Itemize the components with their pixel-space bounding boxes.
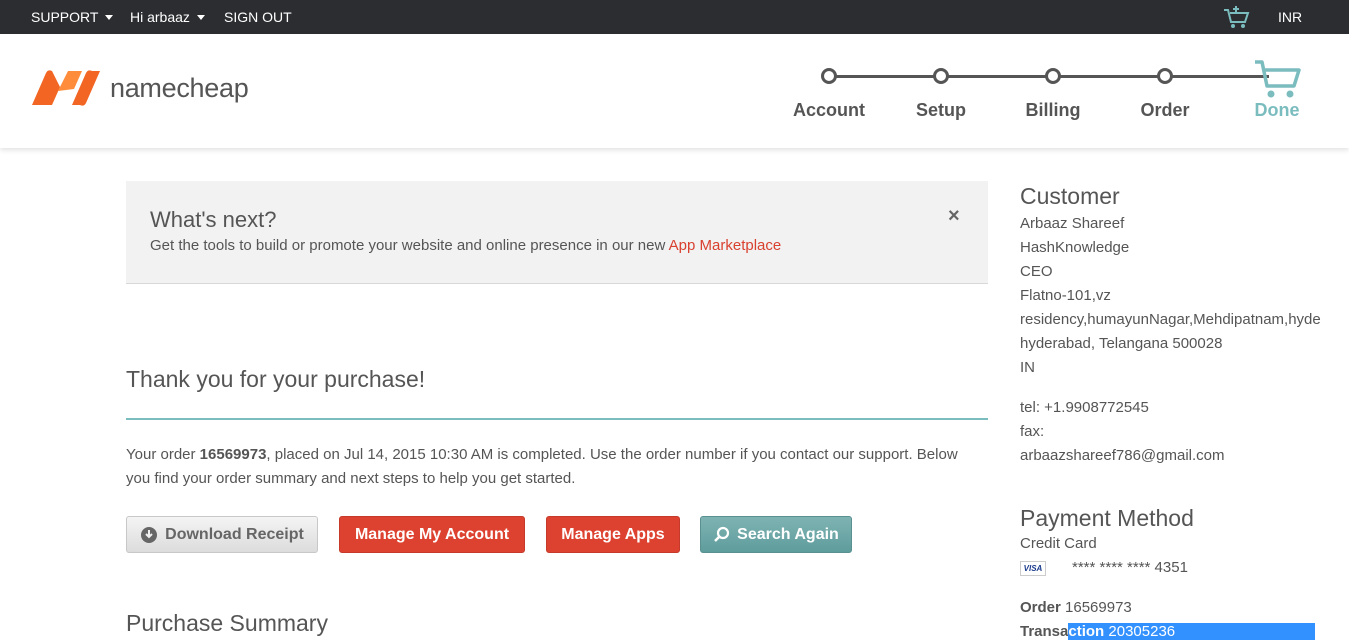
transaction-row: Transaction 20305236 (1020, 623, 1317, 640)
support-menu[interactable]: SUPPORT (31, 9, 114, 25)
whats-next-body: Get the tools to build or promote your w… (150, 237, 669, 254)
step-account: Account (793, 100, 865, 120)
step-order: Order (1140, 100, 1190, 120)
customer-line: residency,humayunNagar,Mehdipatnam,hyde (1020, 311, 1321, 328)
search-again-label: Search Again (737, 525, 839, 543)
order-message: Your order 16569973, placed on Jul 14, 2… (126, 443, 966, 491)
payment-method-type: Credit Card (1020, 535, 1097, 552)
top-bar: SUPPORT Hi arbaaz SIGN OUT INR (0, 0, 1349, 34)
download-icon (140, 526, 158, 544)
done-cart-icon (1255, 60, 1301, 98)
transaction-value: 20305236 (1108, 623, 1176, 640)
customer-line: hyderabad, Telangana 500028 (1020, 335, 1223, 352)
order-row: Order 16569973 (1020, 599, 1132, 616)
cart-icon[interactable] (1222, 5, 1250, 29)
card-row: VISA **** **** **** 4351 (1020, 559, 1188, 576)
order-value: 16569973 (1065, 599, 1132, 616)
transaction-label-start: Transa (1020, 623, 1069, 640)
purchase-summary-heading: Purchase Summary (126, 610, 328, 636)
customer-panel: Customer Arbaaz Shareef HashKnowledge CE… (1020, 183, 1349, 468)
transaction-label-end: ction (1068, 623, 1105, 640)
customer-line: Arbaaz Shareef (1020, 215, 1125, 232)
customer-line: CEO (1020, 263, 1053, 280)
whats-next-text: Get the tools to build or promote your w… (150, 237, 781, 254)
greeting-label: Hi arbaaz (130, 9, 190, 25)
download-receipt-label: Download Receipt (165, 525, 304, 543)
customer-line: Flatno-101,vz (1020, 287, 1111, 304)
sign-out-label: SIGN OUT (224, 9, 292, 25)
step-setup: Setup (915, 100, 966, 120)
header: namecheap Account Setup Billing Order Do… (0, 34, 1349, 148)
manage-apps-label: Manage Apps (561, 525, 665, 543)
order-label: Order (1020, 599, 1061, 616)
card-number: **** **** **** 4351 (1072, 559, 1188, 576)
manage-account-label: Manage My Account (354, 525, 510, 543)
customer-email: arbaazshareef786@gmail.com (1020, 447, 1225, 464)
payment-method-title: Payment Method (1020, 505, 1194, 531)
divider (126, 418, 988, 420)
order-prefix: Your order (126, 446, 200, 463)
app-marketplace-link[interactable]: App Marketplace (669, 237, 782, 254)
manage-apps-button[interactable]: Manage Apps (546, 516, 680, 553)
search-icon (713, 526, 730, 543)
search-again-button[interactable]: Search Again (700, 516, 852, 553)
step-dot-setup (933, 68, 949, 84)
visa-icon: VISA (1020, 560, 1046, 576)
customer-line: IN (1020, 359, 1035, 376)
step-done: Done (1254, 100, 1300, 120)
close-icon[interactable]: × (948, 205, 960, 228)
sign-out-link[interactable]: SIGN OUT (224, 9, 292, 25)
currency-selector[interactable]: INR (1278, 9, 1302, 25)
customer-fax: fax: (1020, 423, 1045, 440)
chevron-down-icon (105, 14, 114, 20)
namecheap-logo-icon (32, 70, 100, 106)
manage-account-button[interactable]: Manage My Account (339, 516, 525, 553)
logo[interactable]: namecheap (30, 69, 249, 107)
support-label: SUPPORT (31, 9, 99, 25)
step-dot-account (821, 68, 837, 84)
whats-next-panel: What's next? Get the tools to build or p… (126, 181, 988, 284)
order-number: 16569973 (199, 446, 267, 463)
chevron-down-icon (196, 14, 205, 20)
user-menu[interactable]: Hi arbaaz (130, 9, 205, 25)
step-dot-order (1157, 68, 1173, 84)
whats-next-title: What's next? (150, 207, 277, 232)
customer-title: Customer (1020, 183, 1120, 209)
thank-you-heading: Thank you for your purchase! (126, 366, 426, 392)
download-receipt-button[interactable]: Download Receipt (126, 516, 318, 553)
customer-tel: tel: +1.9908772545 (1020, 399, 1149, 416)
step-billing: Billing (1025, 100, 1081, 120)
customer-line: HashKnowledge (1020, 239, 1130, 256)
step-dot-billing (1045, 68, 1061, 84)
logo-text: namecheap (110, 72, 249, 103)
